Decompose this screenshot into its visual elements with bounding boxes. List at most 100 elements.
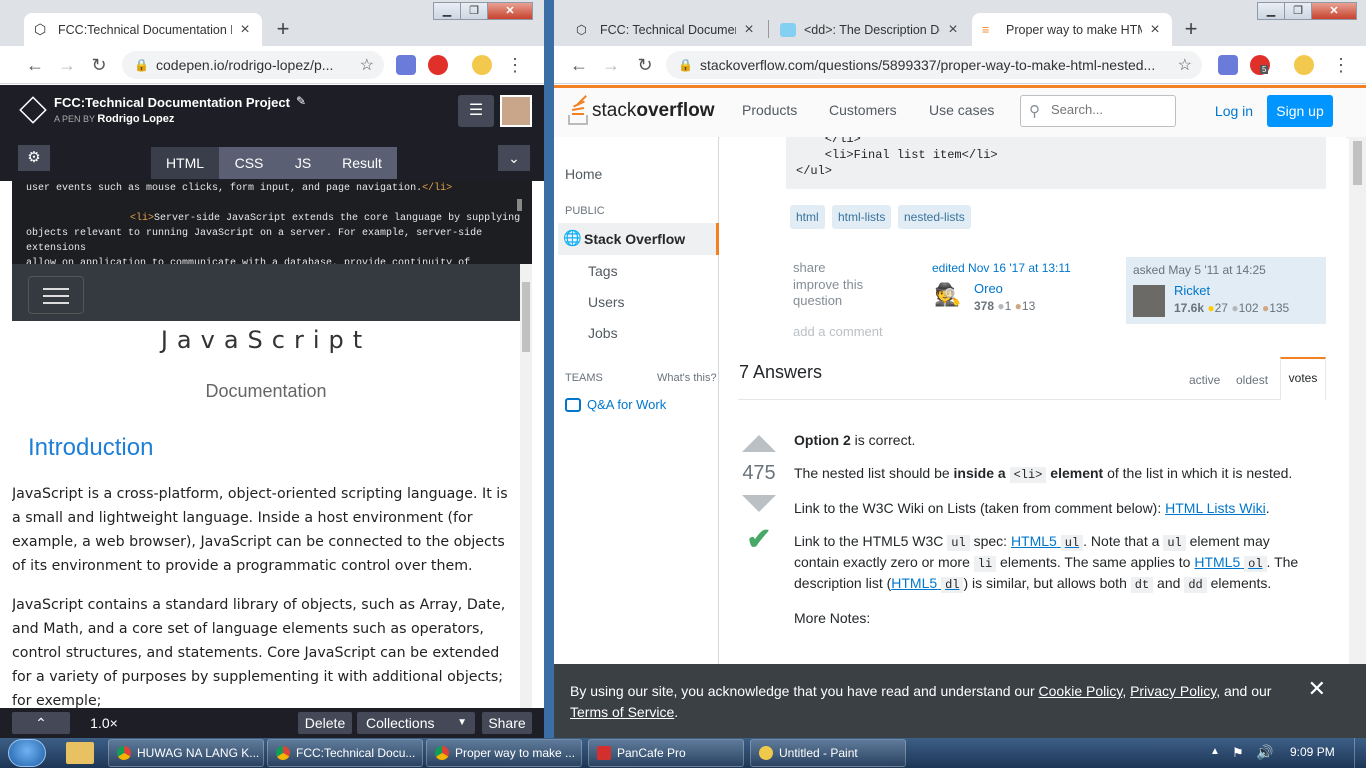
back-button[interactable]: ← <box>568 54 590 76</box>
tag-html[interactable]: html <box>790 205 825 229</box>
taskbar-item-chrome-1[interactable]: HUWAG NA LANG K... <box>108 739 264 767</box>
sidebar-item-stack-overflow[interactable]: 🌐 Stack Overflow <box>558 223 719 255</box>
forward-button[interactable]: → <box>600 54 622 76</box>
shield-extension-icon[interactable] <box>1218 55 1238 75</box>
codepen-logo-icon[interactable] <box>19 96 47 124</box>
reload-button[interactable]: ↻ <box>634 54 656 76</box>
tab-result[interactable]: Result <box>327 147 397 179</box>
upvote-arrow-icon[interactable] <box>742 435 776 452</box>
address-bar[interactable]: 🔒 codepen.io/rodrigo-lopez/p... ☆ <box>122 51 384 79</box>
sort-tab-oldest[interactable]: oldest <box>1236 373 1268 387</box>
address-bar[interactable]: 🔒 stackoverflow.com/questions/5899337/pr… <box>666 51 1202 79</box>
adblock-extension-icon[interactable]: 5 <box>1250 55 1270 75</box>
edited-label[interactable]: edited Nov 16 '17 at 13:11 <box>932 261 1120 275</box>
maximize-button[interactable]: ❐ <box>460 2 488 20</box>
close-tab-icon[interactable]: × <box>742 21 756 39</box>
explorer-icon[interactable] <box>66 742 94 764</box>
tag-html-lists[interactable]: html-lists <box>832 205 892 229</box>
tab-codepen[interactable]: ⬡ FCC:Technical Documentation Pr × <box>24 13 262 46</box>
sort-tab-votes[interactable]: votes <box>1280 357 1326 400</box>
minimize-button[interactable]: ▁ <box>433 2 461 20</box>
hamburger-menu-button[interactable] <box>28 276 84 314</box>
html-code-editor[interactable]: user events such as mouse clicks, form i… <box>12 181 532 264</box>
tab-fcc[interactable]: ⬡ FCC: Technical Document × <box>566 13 766 46</box>
nav-products[interactable]: Products <box>742 102 797 118</box>
zoom-button[interactable]: 1.0× <box>80 712 128 734</box>
nav-use-cases[interactable]: Use cases <box>929 102 994 118</box>
improve-question-link[interactable]: improve this question <box>793 277 873 309</box>
whats-this-link[interactable]: What's this? <box>657 372 717 384</box>
sidebar-item-users[interactable]: Users <box>588 294 625 310</box>
tab-html[interactable]: HTML <box>151 147 219 179</box>
tray-arrow-icon[interactable]: ▲ <box>1210 746 1220 757</box>
chevron-up-icon[interactable]: ⌃ <box>12 712 70 734</box>
close-tab-icon[interactable]: × <box>1148 21 1162 39</box>
maximize-button[interactable]: ❐ <box>1284 2 1312 20</box>
tab-css[interactable]: CSS <box>219 147 279 179</box>
avatar[interactable]: 🕵 <box>934 281 962 309</box>
page-scrollbar[interactable] <box>1349 137 1366 738</box>
new-tab-button[interactable]: + <box>270 17 296 43</box>
search-input[interactable] <box>1051 102 1169 117</box>
close-window-button[interactable]: ✕ <box>1311 2 1357 20</box>
collections-button[interactable]: Collections ▼ <box>357 712 475 734</box>
result-scrollbar[interactable] <box>520 264 532 708</box>
terms-of-service-link[interactable]: Terms of Service <box>570 704 674 720</box>
delete-button[interactable]: Delete <box>298 712 352 734</box>
close-tab-icon[interactable]: × <box>238 21 252 39</box>
sort-tab-active[interactable]: active <box>1189 373 1220 387</box>
html5-dl-link[interactable]: HTML5 dl <box>891 575 964 593</box>
menu-dots-icon[interactable]: ⋮ <box>504 54 526 76</box>
search-box[interactable]: ⚲ <box>1020 95 1176 127</box>
back-button[interactable]: ← <box>24 54 46 76</box>
html5-ul-link[interactable]: HTML5 ul <box>1011 533 1084 551</box>
nav-customers[interactable]: Customers <box>829 102 897 118</box>
shield-extension-icon[interactable] <box>396 55 416 75</box>
asker-name[interactable]: Ricket <box>1174 283 1210 298</box>
taskbar-item-chrome-3[interactable]: Proper way to make ... <box>426 739 582 767</box>
menu-dots-icon[interactable]: ⋮ <box>1330 54 1352 76</box>
edit-title-icon[interactable]: ✎ <box>296 94 306 108</box>
sidebar-item-jobs[interactable]: Jobs <box>588 325 618 341</box>
tab-stackoverflow[interactable]: ≡ Proper way to make HTM × <box>972 13 1172 46</box>
html-lists-wiki-link[interactable]: HTML Lists Wiki <box>1165 500 1266 516</box>
cookie-policy-link[interactable]: Cookie Policy <box>1039 683 1123 699</box>
bookmark-star-icon[interactable]: ☆ <box>1177 55 1192 75</box>
close-tab-icon[interactable]: × <box>946 21 960 39</box>
new-tab-button[interactable]: + <box>1178 17 1204 43</box>
stackoverflow-logo[interactable]: stack overflow <box>566 95 714 126</box>
close-window-button[interactable]: ✕ <box>487 2 533 20</box>
sidebar-item-tags[interactable]: Tags <box>588 263 618 279</box>
tab-dd[interactable]: <dd>: The Description De × <box>770 13 970 46</box>
avatar[interactable] <box>1133 285 1165 317</box>
adblock-extension-icon[interactable] <box>428 55 448 75</box>
share-button[interactable]: Share <box>482 712 532 734</box>
taskbar-item-paint[interactable]: Untitled - Paint <box>750 739 906 767</box>
clock[interactable]: 9:09 PM <box>1290 745 1335 759</box>
forward-button[interactable]: → <box>56 54 78 76</box>
share-link[interactable]: share <box>793 260 826 275</box>
tag-nested-lists[interactable]: nested-lists <box>898 205 971 229</box>
layout-toggle-button[interactable]: ☰ <box>458 95 494 127</box>
bookmark-star-icon[interactable]: ☆ <box>360 55 374 75</box>
network-icon[interactable]: ⚑ <box>1232 745 1244 761</box>
close-banner-icon[interactable]: ✕ <box>1308 678 1326 700</box>
minimize-button[interactable]: ▁ <box>1257 2 1285 20</box>
chevron-down-icon[interactable]: ⌄ <box>498 145 530 171</box>
add-comment-link[interactable]: add a comment <box>793 324 883 339</box>
pen-author[interactable]: Rodrigo Lopez <box>97 113 174 125</box>
html5-ol-link[interactable]: HTML5 ol <box>1194 554 1267 572</box>
privacy-policy-link[interactable]: Privacy Policy <box>1130 683 1216 699</box>
extension-icon[interactable] <box>1294 55 1314 75</box>
sidebar-item-home[interactable]: Home <box>565 166 602 182</box>
code-scrollbar[interactable] <box>517 199 522 211</box>
show-desktop-button[interactable] <box>1354 738 1366 768</box>
taskbar-item-chrome-2[interactable]: FCC:Technical Docu... <box>267 739 423 767</box>
reload-button[interactable]: ↻ <box>88 54 110 76</box>
signup-button[interactable]: Sign up <box>1267 95 1333 127</box>
settings-gear-icon[interactable]: ⚙ <box>18 145 50 171</box>
editor-name[interactable]: Oreo <box>974 281 1003 296</box>
user-avatar[interactable] <box>500 95 532 127</box>
volume-icon[interactable]: 🔊 <box>1256 744 1273 761</box>
start-button[interactable] <box>8 739 46 767</box>
